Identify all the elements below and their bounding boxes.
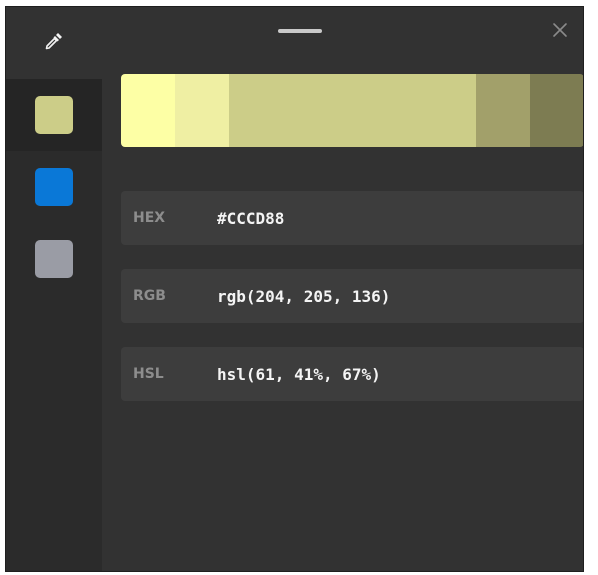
hsl-value[interactable]: hsl(61, 41%, 67%)	[217, 365, 381, 384]
sidebar	[6, 7, 102, 571]
shade-swatch[interactable]	[530, 74, 583, 147]
shade-swatch[interactable]	[229, 74, 476, 147]
shade-swatch[interactable]	[175, 74, 229, 147]
shade-swatch[interactable]	[476, 74, 530, 147]
color-swatch	[35, 240, 73, 278]
rgb-label: RGB	[133, 288, 166, 304]
drag-handle[interactable]	[278, 29, 322, 33]
eyedropper-icon	[43, 30, 65, 56]
hex-label: HEX	[133, 210, 166, 226]
title-bar	[102, 7, 583, 57]
rgb-row[interactable]: RGB rgb(204, 205, 136)	[121, 269, 583, 323]
hex-value[interactable]: #CCCD88	[217, 209, 284, 228]
eyedropper-button[interactable]	[6, 7, 102, 79]
swatch-item-3[interactable]	[6, 223, 102, 295]
hsl-row[interactable]: HSL hsl(61, 41%, 67%)	[121, 347, 583, 401]
color-swatch	[35, 168, 73, 206]
color-swatch	[35, 96, 73, 134]
shade-swatch[interactable]	[121, 74, 175, 147]
hsl-label: HSL	[133, 366, 164, 382]
close-button[interactable]	[545, 17, 575, 47]
swatch-item-2[interactable]	[6, 151, 102, 223]
rgb-value[interactable]: rgb(204, 205, 136)	[217, 287, 390, 306]
swatch-item-1[interactable]	[6, 79, 102, 151]
close-icon	[552, 22, 568, 42]
hex-row[interactable]: HEX #CCCD88	[121, 191, 583, 245]
color-picker-window: HEX #CCCD88 RGB rgb(204, 205, 136) HSL h…	[5, 6, 584, 572]
color-shades-bar	[121, 74, 583, 147]
